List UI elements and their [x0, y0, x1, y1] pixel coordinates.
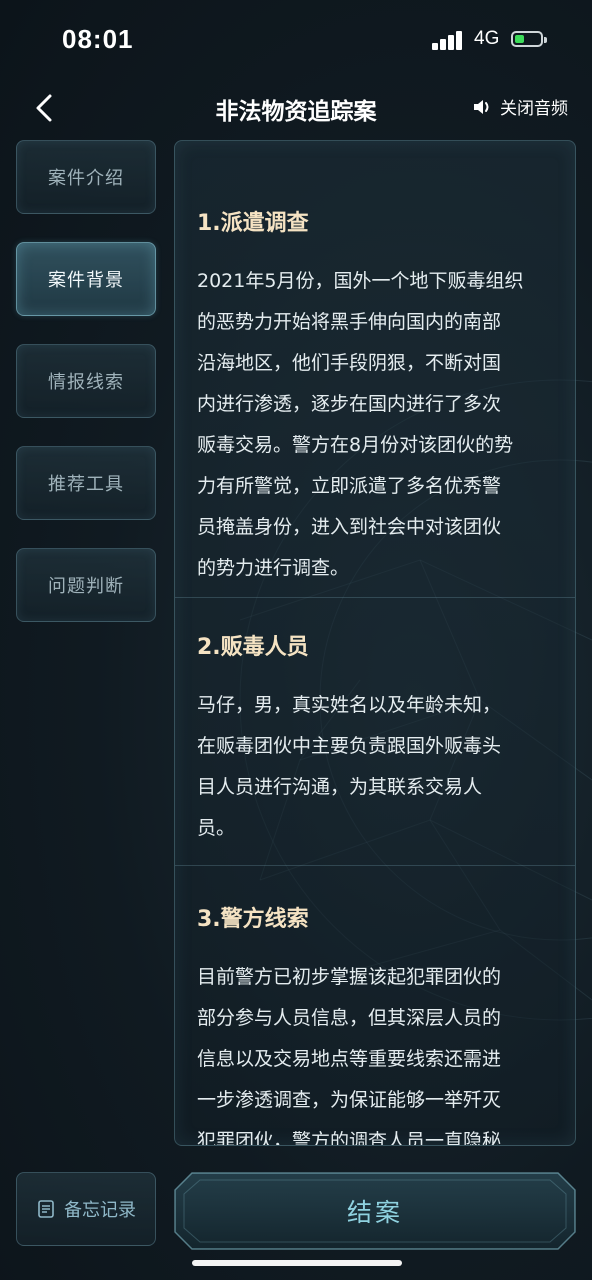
sidebar-item-intel-clues[interactable]: 情报线索 [16, 344, 156, 418]
section-title: 3.警方线索 [197, 907, 309, 932]
sidebar-item-recommended-tools[interactable]: 推荐工具 [16, 446, 156, 520]
sidebar-item-case-background[interactable]: 案件背景 [16, 242, 156, 316]
audio-toggle-button[interactable]: 关闭音频 [472, 94, 568, 119]
sidebar-item-label: 案件介绍 [48, 168, 124, 189]
signal-strength-icon [432, 30, 464, 50]
section-body: 2021年5月份，国外一个地下贩毒组织 的恶势力开始将黑手伸向国内的南部 沿海地… [197, 270, 524, 579]
section-title: 2.贩毒人员 [197, 635, 309, 660]
section-title: 1.派遣调查 [197, 211, 309, 236]
section-body: 目前警方已初步掌握该起犯罪团伙的 部分参与人员信息，但其深层人员的 信息以及交易… [197, 966, 502, 1146]
battery-icon [511, 31, 547, 47]
sidebar-item-label: 推荐工具 [48, 474, 124, 495]
network-type: 4G [474, 28, 500, 49]
sidebar-item-label: 情报线索 [48, 372, 124, 393]
section-body: 马仔，男，真实姓名以及年龄未知， 在贩毒团伙中主要负责跟国外贩毒头 目人员进行沟… [197, 694, 502, 839]
section-dispatch-investigation: 1.派遣调查 2021年5月份，国外一个地下贩毒组织 的恶势力开始将黑手伸向国内… [197, 205, 557, 589]
section-police-clues: 3.警方线索 目前警方已初步掌握该起犯罪团伙的 部分参与人员信息，但其深层人员的… [197, 901, 557, 1146]
audio-toggle-label: 关闭音频 [500, 99, 568, 119]
case-content-panel[interactable]: 1.派遣调查 2021年5月份，国外一个地下贩毒组织 的恶势力开始将黑手伸向国内… [174, 140, 576, 1146]
status-time: 08:01 [62, 24, 134, 54]
notebook-icon [38, 1200, 54, 1218]
section-divider [175, 865, 575, 866]
memo-record-button[interactable]: 备忘记录 [16, 1172, 156, 1246]
home-indicator [192, 1260, 402, 1266]
sidebar-item-question-judgment[interactable]: 问题判断 [16, 548, 156, 622]
sidebar-item-label: 问题判断 [48, 576, 124, 597]
sidebar-item-label: 案件背景 [48, 270, 124, 291]
memo-record-label: 备忘记录 [64, 1200, 136, 1221]
sidebar-item-case-intro[interactable]: 案件介绍 [16, 140, 156, 214]
section-drug-personnel: 2.贩毒人员 马仔，男，真实姓名以及年龄未知， 在贩毒团伙中主要负责跟国外贩毒头… [197, 629, 557, 849]
close-case-label: 结案 [346, 1198, 403, 1227]
speaker-icon [474, 99, 489, 114]
nav-bar: 非法物资追踪案 关闭音频 [0, 80, 592, 140]
close-case-button[interactable]: 结案 [174, 1172, 576, 1250]
status-bar: 08:01 4G [0, 0, 592, 80]
section-divider [175, 597, 575, 598]
